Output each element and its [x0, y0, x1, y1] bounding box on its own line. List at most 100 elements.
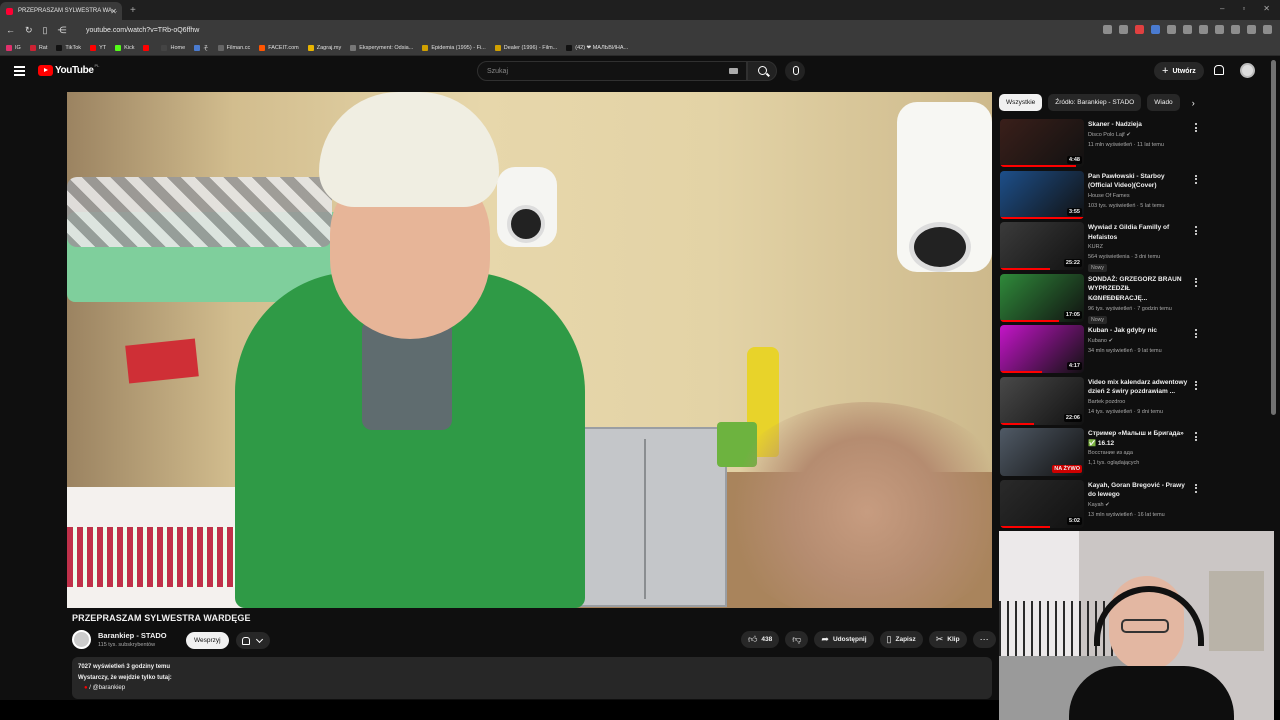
extension-icon[interactable] — [1183, 25, 1192, 34]
recommendation-item[interactable]: NA ŻYWO Стример «Малыш и Бригада» ✅ 16.12… — [999, 427, 1269, 479]
more-options-icon[interactable] — [1195, 226, 1198, 237]
voice-search-icon[interactable] — [785, 61, 805, 81]
recommendation-title[interactable]: Pan Pawłowski - Starboy (Official Video)… — [1088, 172, 1188, 191]
description-link[interactable]: ● / @barankiep — [84, 683, 986, 694]
bookmark-item[interactable]: (42) ❤ МАЛЬВИНА... — [566, 44, 628, 51]
minimize-icon[interactable]: – — [1220, 4, 1224, 13]
recommendation-channel[interactable]: Bartek pozdroo — [1088, 399, 1125, 405]
browser-tab[interactable]: PRZEPRASZAM SYLWESTRA WA... ✕ — [0, 2, 122, 20]
recommendation-title[interactable]: Kuban - Jak gdyby nic — [1088, 326, 1188, 336]
extension-icon[interactable] — [1167, 25, 1176, 34]
recommendation-item[interactable]: 17:05 SONDAŻ: GRZEGORZ BRAUN WYPRZEDZIŁ K… — [999, 273, 1269, 325]
video-thumbnail[interactable]: 17:05 — [1000, 273, 1084, 322]
recommendation-title[interactable]: Kayah, Goran Bregović - Prawy do lewego — [1088, 481, 1188, 500]
extension-icon[interactable] — [1215, 25, 1224, 34]
bookmark-item[interactable]: Home — [161, 44, 185, 51]
site-info-icon[interactable]: ⋲ — [58, 25, 67, 36]
recommendation-title[interactable]: Skaner - Nadzieja — [1088, 120, 1188, 130]
more-options-icon[interactable] — [1195, 174, 1198, 186]
extension-icon[interactable] — [1103, 25, 1112, 34]
bookmark-item[interactable]: Rat — [29, 44, 47, 51]
bookmark-item[interactable]: Zagraj.my — [307, 44, 341, 51]
channel-avatar[interactable] — [72, 630, 91, 649]
extension-icon[interactable] — [1263, 25, 1272, 34]
bookmark-item[interactable]: YT — [90, 44, 106, 51]
search-button[interactable] — [747, 61, 777, 81]
recommendation-channel[interactable]: Kayah ✔ — [1088, 502, 1110, 508]
recommendation-title[interactable]: Стример «Малыш и Бригада» ✅ 16.12 — [1088, 429, 1188, 448]
notifications-bell-icon[interactable] — [1213, 65, 1224, 75]
chip-source-channel[interactable]: Źródło: Barankiep - STADO — [1048, 94, 1142, 111]
save-button[interactable]: ▯ Zapisz — [879, 631, 923, 648]
recommendation-channel[interactable]: Восстание из ада — [1088, 450, 1133, 456]
video-thumbnail[interactable]: 25:22 — [1000, 222, 1084, 270]
chip-news[interactable]: Wiado — [1147, 94, 1180, 111]
channel-name[interactable]: Barankiep - STADO — [98, 631, 167, 640]
maximize-icon[interactable]: ▫ — [1242, 4, 1245, 13]
keyboard-icon[interactable] — [729, 68, 738, 74]
more-options-icon[interactable] — [1195, 483, 1198, 495]
video-player[interactable] — [67, 92, 992, 608]
recommendation-item[interactable]: 4:17 Kuban - Jak gdyby nic Kubano ✔ 34 mln … — [999, 324, 1269, 376]
search-input[interactable]: Szukaj — [477, 61, 747, 81]
close-window-icon[interactable]: ✕ — [1263, 4, 1270, 13]
bookmark-item[interactable]: Eksperyment: Odsia... — [350, 44, 413, 51]
bookmark-item[interactable]: IG — [6, 44, 21, 51]
clip-button[interactable]: ✂ Klip — [928, 631, 967, 648]
more-options-icon[interactable] — [1195, 277, 1198, 289]
recommendation-channel[interactable]: Kubano ✔ — [1088, 338, 1113, 344]
recommendation-item[interactable]: 3:55 Pan Pawłowski - Starboy (Official Vi… — [999, 170, 1269, 222]
recommendation-item[interactable]: 4:48 Skaner - Nadzieja Disco Polo Lajf ✔ 11… — [999, 118, 1269, 170]
recommendation-title[interactable]: Wywiad z Gildia Familly of Hefaistos — [1088, 223, 1188, 242]
new-tab-icon[interactable]: + — [130, 5, 136, 16]
chip-all[interactable]: Wszystkie — [999, 94, 1043, 111]
recommendation-title[interactable]: Video mix kalendarz adwentowy dzień 2 św… — [1088, 378, 1188, 397]
bookmark-item[interactable]: Dealer (1996) - Film... — [494, 44, 557, 51]
bookmark-item[interactable] — [143, 44, 152, 51]
hamburger-menu-icon[interactable] — [14, 66, 25, 78]
page-scrollbar[interactable] — [1271, 60, 1276, 415]
extension-icon[interactable] — [1119, 25, 1128, 34]
video-thumbnail[interactable]: 4:48 — [1000, 119, 1084, 167]
back-icon[interactable]: ← — [6, 25, 15, 36]
recommendation-item[interactable]: 5:02 Kayah, Goran Bregović - Prawy do lew… — [999, 479, 1269, 531]
bookmark-page-icon[interactable]: ▯ — [43, 25, 48, 36]
reload-icon[interactable]: ↻ — [25, 25, 33, 36]
bookmark-item[interactable]: TikTok — [56, 44, 81, 51]
extension-icon[interactable] — [1151, 25, 1160, 34]
description-box[interactable]: 7027 wyświetleń 3 godziny temu Wystarczy… — [72, 657, 992, 699]
account-avatar[interactable] — [1240, 63, 1255, 78]
share-button[interactable]: ➦ Udostępnij — [814, 631, 874, 648]
bookmark-item[interactable]: FACEIT.com — [259, 44, 299, 51]
youtube-logo[interactable]: YouTube PL — [38, 63, 99, 76]
bookmark-item[interactable]: Epidemia (1995) - Fi... — [422, 44, 486, 51]
bookmark-item[interactable]: そ — [194, 44, 209, 52]
more-options-icon[interactable] — [1195, 432, 1198, 443]
support-button[interactable]: Wesprzyj — [186, 632, 229, 649]
recommendation-channel[interactable]: House Of Fames — [1088, 193, 1130, 199]
video-thumbnail[interactable]: NA ŻYWO — [1000, 428, 1084, 476]
extension-icon[interactable] — [1247, 25, 1256, 34]
more-options-icon[interactable] — [1195, 123, 1198, 134]
create-button[interactable]: + Utwórz — [1154, 62, 1204, 80]
chevron-right-icon[interactable]: › — [1192, 98, 1195, 108]
video-thumbnail[interactable]: 5:02 — [1000, 479, 1084, 528]
video-thumbnail[interactable]: 3:55 — [1000, 170, 1084, 219]
recommendation-channel[interactable]: Disco Polo Lajf ✔ — [1088, 132, 1131, 138]
recommendation-item[interactable]: 25:22 Wywiad z Gildia Familly of Hefaisto… — [999, 221, 1269, 273]
extension-icon[interactable] — [1199, 25, 1208, 34]
video-thumbnail[interactable]: 4:17 — [1000, 325, 1084, 373]
more-actions-button[interactable]: ⋯ — [972, 631, 996, 648]
like-button[interactable]: 👍︎ 438 — [741, 631, 780, 648]
more-options-icon[interactable] — [1195, 380, 1198, 392]
bookmark-item[interactable]: Kick — [115, 44, 134, 51]
dislike-button[interactable]: 👎︎ — [785, 631, 809, 648]
recommendation-item[interactable]: 22:06 Video mix kalendarz adwentowy dzień… — [999, 376, 1269, 428]
close-tab-icon[interactable]: ✕ — [110, 7, 117, 16]
more-options-icon[interactable] — [1195, 329, 1198, 340]
recommendation-channel[interactable]: KURZ — [1088, 244, 1103, 250]
subscription-bell-dropdown[interactable] — [236, 632, 270, 649]
extension-icon[interactable] — [1231, 25, 1240, 34]
extension-icon[interactable] — [1135, 25, 1144, 34]
url-field[interactable]: youtube.com/watch?v=TRb-oQ6ffhw — [86, 27, 199, 34]
